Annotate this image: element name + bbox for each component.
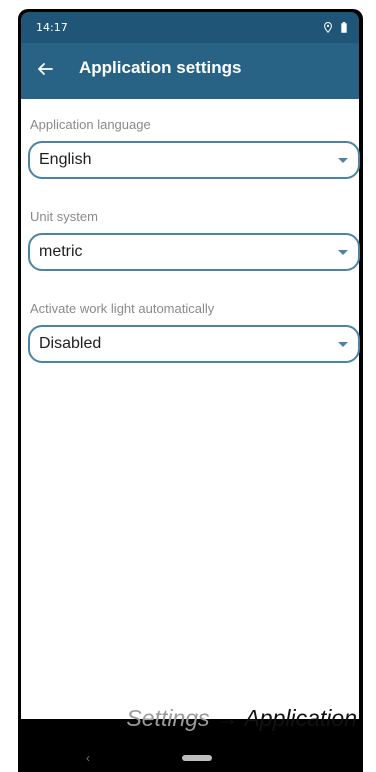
application-language-select[interactable]: English <box>28 141 360 179</box>
application-language-label: Application language <box>30 117 151 132</box>
unit-system-select[interactable]: metric <box>28 233 360 271</box>
status-time: 14:17 <box>36 21 68 34</box>
navigation-bar: ‹ <box>18 744 363 772</box>
location-icon <box>324 20 332 38</box>
unit-system-value: metric <box>39 243 83 260</box>
breadcrumb-caption: Settings → Application <box>21 705 359 732</box>
settings-content: Application language English Unit system… <box>21 99 360 731</box>
chevron-down-icon <box>338 158 348 163</box>
phone-frame: 14:17 Application settings Application l… <box>18 9 363 772</box>
chevron-down-icon <box>338 342 348 347</box>
app-bar: Application settings <box>21 43 359 99</box>
nav-back-button[interactable]: ‹ <box>86 751 90 765</box>
work-light-select[interactable]: Disabled <box>28 325 360 363</box>
home-pill-icon[interactable] <box>182 755 212 761</box>
battery-icon <box>341 20 347 38</box>
caption-prefix: Settings <box>126 705 210 731</box>
status-bar: 14:17 <box>21 12 359 43</box>
work-light-label: Activate work light automatically <box>30 301 215 316</box>
application-language-value: English <box>39 151 92 168</box>
work-light-value: Disabled <box>39 335 102 352</box>
caption-suffix: Application <box>244 705 357 731</box>
page-title: Application settings <box>79 58 242 77</box>
back-arrow-icon[interactable] <box>33 57 57 81</box>
status-icons <box>324 20 347 38</box>
chevron-down-icon <box>338 250 348 255</box>
caption-arrow: → <box>215 705 239 731</box>
unit-system-label: Unit system <box>30 209 98 224</box>
